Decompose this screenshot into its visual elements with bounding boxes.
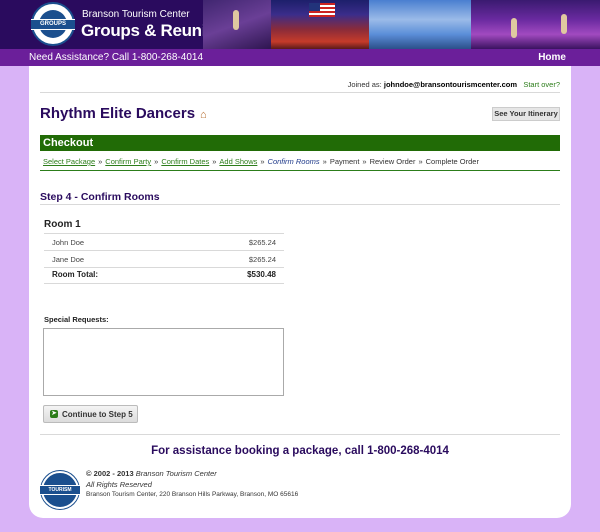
copyright-line: © 2002 - 2013 Branson Tourism Center: [86, 469, 217, 478]
arrow-right-icon: ➤: [50, 410, 58, 418]
step-confirm-dates[interactable]: Confirm Dates: [161, 157, 209, 166]
banner-photo-dancers: [471, 0, 600, 49]
continue-to-step-5-button[interactable]: ➤ Continue to Step 5: [43, 405, 138, 423]
site-header: GROUPS Branson Tourism Center Groups & R…: [0, 0, 600, 49]
main-panel: Joined as: johndoe@bransontourismcenter.…: [29, 66, 571, 518]
rights-reserved: All Rights Reserved: [86, 480, 152, 489]
joined-label: Joined as:: [347, 80, 382, 89]
party-name: Rhythm Elite Dancers: [40, 105, 196, 122]
step-confirm-party[interactable]: Confirm Party: [105, 157, 151, 166]
divider: [44, 283, 284, 284]
step-select-package[interactable]: Select Package: [43, 157, 95, 166]
house-icon[interactable]: ⌂: [200, 109, 207, 121]
step-confirm-rooms: Confirm Rooms: [267, 157, 320, 166]
room-total-value: $530.48: [247, 270, 276, 279]
step-separator: »: [260, 157, 265, 166]
divider: [44, 250, 284, 251]
room-total-row: Room Total: $530.48: [44, 268, 284, 282]
tourism-logo[interactable]: TOURISM: [40, 471, 80, 509]
step-title: Step 4 - Confirm Rooms: [40, 191, 160, 203]
continue-button-label: Continue to Step 5: [62, 410, 133, 419]
step-separator: »: [98, 157, 103, 166]
banner-photo-stage: [271, 0, 369, 49]
flag-image: [309, 3, 335, 17]
assistance-phone: Need Assistance? Call 1-800-268-4014: [29, 52, 203, 63]
footer-assistance: For assistance booking a package, call 1…: [151, 445, 449, 457]
party-title: Rhythm Elite Dancers ⌂: [40, 105, 207, 122]
copyright-years: © 2002 - 2013: [86, 469, 134, 478]
footer-address: Branson Tourism Center, 220 Branson Hill…: [86, 491, 299, 498]
account-info: Joined as: johndoe@bransontourismcenter.…: [348, 80, 560, 89]
performer-figure: [233, 10, 239, 30]
occupant-name: John Doe: [52, 238, 85, 247]
divider: [40, 92, 560, 93]
step-payment: Payment: [329, 157, 360, 166]
dancer-figure: [561, 14, 567, 34]
step-add-shows[interactable]: Add Shows: [219, 157, 257, 166]
step-separator: »: [418, 157, 423, 166]
step-separator: »: [322, 157, 327, 166]
footer-logo-text: TOURISM: [40, 485, 80, 495]
see-itinerary-button[interactable]: See Your Itinerary: [492, 107, 560, 121]
occupant-row: John Doe $265.24: [44, 235, 284, 249]
dancer-figure: [511, 18, 517, 38]
checkout-steps: Select Package» Confirm Party» Confirm Dat…: [43, 157, 479, 166]
special-requests-textarea[interactable]: [43, 328, 284, 396]
top-nav-bar: Need Assistance? Call 1-800-268-4014 Hom…: [0, 49, 600, 66]
divider: [44, 233, 284, 234]
banner-photo-rollercoaster: [369, 0, 471, 49]
occupant-name: Jane Doe: [52, 255, 85, 264]
room-title: Room 1: [44, 219, 81, 230]
occupant-row: Jane Doe $265.24: [44, 252, 284, 266]
brand-subtitle: Branson Tourism Center: [82, 9, 190, 20]
occupant-price: $265.24: [248, 255, 276, 264]
start-over-link[interactable]: Start over?: [523, 80, 560, 89]
account-email: johndoe@bransontourismcenter.com: [383, 80, 518, 89]
home-link[interactable]: Home: [538, 52, 566, 63]
banner-photo-performer: [203, 0, 271, 49]
step-separator: »: [154, 157, 159, 166]
special-requests-label: Special Requests:: [44, 315, 109, 324]
divider: [40, 204, 560, 205]
checkout-header: Checkout: [40, 135, 560, 151]
groups-logo[interactable]: GROUPS: [31, 2, 75, 46]
room-total-label: Room Total:: [52, 270, 99, 279]
banner-photo-strip: [203, 0, 600, 49]
step-separator: »: [362, 157, 367, 166]
step-separator: »: [212, 157, 217, 166]
logo-badge-text: GROUPS: [31, 19, 75, 30]
steps-underline: [40, 170, 560, 171]
divider: [40, 434, 560, 435]
step-complete-order: Complete Order: [425, 157, 479, 166]
occupant-price: $265.24: [248, 238, 276, 247]
copyright-org: Branson Tourism Center: [135, 469, 217, 478]
step-review-order: Review Order: [369, 157, 416, 166]
